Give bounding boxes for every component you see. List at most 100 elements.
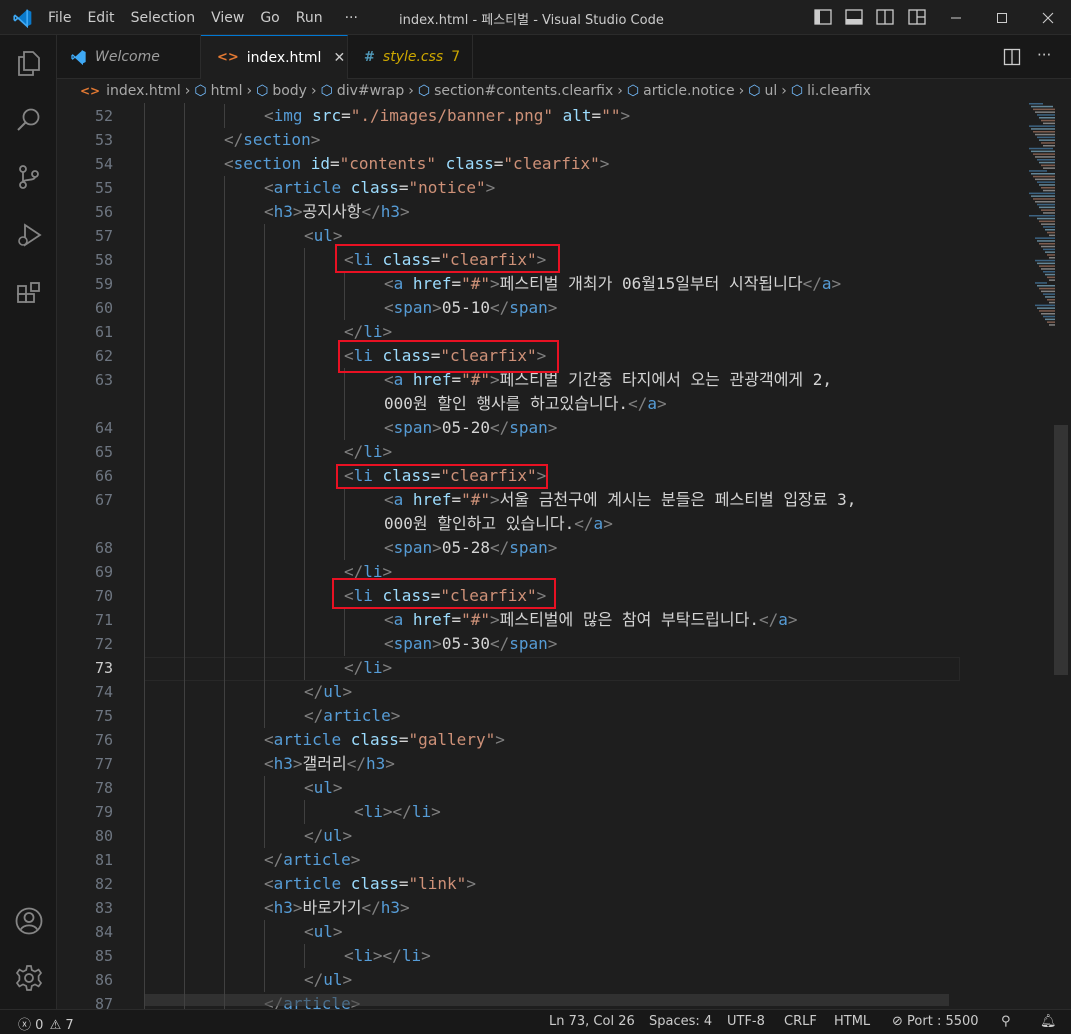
code-line[interactable]: <h3>갤러리</h3> (264, 752, 395, 776)
tab-welcome[interactable]: Welcome (57, 35, 201, 79)
code-line[interactable]: </li> (344, 656, 392, 680)
code-line[interactable]: </section> (224, 128, 320, 152)
code-token: li (363, 658, 383, 677)
code-line[interactable]: <a href="#">서울 금천구에 계시는 분들은 페스티벌 입장료 3, (384, 488, 856, 512)
code-line[interactable]: <span>05-28</span> (384, 536, 557, 560)
customize-layout-icon[interactable] (908, 9, 926, 25)
code-line[interactable]: <span>05-30</span> (384, 632, 557, 656)
breadcrumb-item[interactable]: div#wrap (337, 83, 404, 99)
breadcrumb-item[interactable]: body (272, 83, 307, 99)
run-debug-button[interactable] (0, 211, 57, 259)
code-line[interactable]: <h3>공지사항</h3> (264, 200, 410, 224)
tab-style-css[interactable]: # style.css 7 (348, 35, 473, 79)
search-button[interactable] (0, 96, 57, 144)
code-line[interactable]: <img src="./images/banner.png" alt=""> (264, 104, 630, 128)
feedback-icon[interactable]: ⚲ (1001, 1014, 1011, 1029)
menu-more[interactable]: ··· (337, 10, 366, 26)
tab-close-icon[interactable]: ✕ (333, 50, 345, 66)
minimap[interactable] (965, 103, 1055, 1009)
code-line[interactable]: </li> (344, 440, 392, 464)
indent-guide (264, 776, 265, 848)
close-window-button[interactable] (1025, 0, 1071, 35)
code-token: ul (323, 826, 343, 845)
code-token: > (350, 850, 361, 869)
code-line[interactable]: 000원 할인하고 있습니다.</a> (384, 512, 613, 536)
bell-icon[interactable]: 🔔︎ (1040, 1014, 1057, 1029)
more-actions-icon[interactable]: ··· (1037, 46, 1051, 64)
toggle-panel-icon[interactable] (845, 9, 863, 25)
code-line[interactable]: <span>05-10</span> (384, 296, 557, 320)
menu-edit[interactable]: Edit (79, 10, 122, 26)
explorer-button[interactable] (0, 39, 57, 87)
menu-selection[interactable]: Selection (123, 10, 204, 26)
toggle-secondary-sidebar-icon[interactable] (876, 9, 894, 25)
breadcrumb-item[interactable]: ul (764, 83, 777, 99)
minimap-line (1045, 251, 1055, 253)
code-line[interactable]: </ul> (304, 680, 352, 704)
menu-bar: File Edit Selection View Go Run ··· (40, 0, 366, 35)
indentation-setting[interactable]: Spaces: 4 (649, 1014, 712, 1029)
maximize-button[interactable] (979, 0, 1025, 35)
code-line[interactable]: 000원 할인 행사를 하고있습니다.</a> (384, 392, 667, 416)
breadcrumb-item[interactable]: li.clearfix (807, 83, 871, 99)
breadcrumb-item[interactable]: html (211, 83, 243, 99)
accounts-button[interactable] (0, 897, 57, 945)
code-line[interactable]: </ul> (304, 824, 352, 848)
source-control-button[interactable] (0, 153, 57, 201)
minimize-button[interactable] (933, 0, 979, 35)
toggle-primary-sidebar-icon[interactable] (814, 9, 832, 25)
code-line[interactable]: <ul> (304, 920, 343, 944)
vscode-logo-icon (71, 50, 86, 65)
breadcrumb-item[interactable]: article.notice (643, 83, 735, 99)
eol-setting[interactable]: CRLF (784, 1014, 817, 1029)
vertical-scrollbar[interactable] (1054, 425, 1068, 675)
split-editor-icon[interactable] (1003, 48, 1021, 66)
code-token: 바로가기 (302, 898, 362, 917)
highlight-box (336, 464, 548, 489)
minimap-line (1029, 125, 1055, 127)
code-line[interactable]: </ul> (304, 968, 352, 992)
problems-indicator[interactable]: ⓧ 0 ⚠ 7 (18, 1014, 74, 1033)
breadcrumb-item[interactable]: section#contents.clearfix (434, 83, 613, 99)
language-mode[interactable]: HTML (834, 1014, 870, 1029)
tab-index-html[interactable]: <> index.html ✕ (201, 35, 348, 79)
code-line[interactable]: <h3>바로가기</h3> (264, 896, 410, 920)
code-line[interactable]: <article class="notice"> (264, 176, 495, 200)
manage-button[interactable] (0, 954, 57, 1002)
code-line[interactable]: <li></li> (354, 800, 441, 824)
code-line[interactable]: <li></li> (344, 944, 431, 968)
code-line[interactable]: <article class="link"> (264, 872, 476, 896)
indent-guide (304, 800, 305, 824)
encoding-setting[interactable]: UTF-8 (727, 1014, 765, 1029)
code-token: > (490, 490, 500, 509)
code-line[interactable]: <span>05-20</span> (384, 416, 557, 440)
menu-run[interactable]: Run (288, 10, 331, 26)
code-line[interactable]: </article> (264, 848, 360, 872)
code-line[interactable]: <section id="contents" class="clearfix"> (224, 152, 609, 176)
search-icon (16, 108, 39, 131)
live-server-status[interactable]: ⊘ Port : 5500 (892, 1014, 979, 1029)
horizontal-scrollbar[interactable] (144, 994, 949, 1006)
error-icon: ⓧ (18, 1018, 32, 1033)
minimap-line (1037, 136, 1055, 139)
code-editor[interactable]: 52 53 54 55 56 57 58 59 60 61 62 63 64 65 66 67 68 69 70 71… (57, 103, 1071, 1009)
line-number: 73 (94, 659, 113, 677)
menu-view[interactable]: View (203, 10, 252, 26)
code-line[interactable]: <ul> (304, 776, 343, 800)
minimap-line (1045, 273, 1055, 276)
minimap-line (1031, 195, 1055, 197)
extensions-button[interactable] (0, 271, 57, 319)
cursor-position[interactable]: Ln 73, Col 26 (549, 1014, 635, 1029)
code-token: > (342, 970, 353, 989)
code-line[interactable]: <a href="#">페스티벌에 많은 참여 부탁드립니다.</a> (384, 608, 798, 632)
indent-guide (184, 103, 185, 1009)
code-line[interactable]: </article> (304, 704, 400, 728)
code-line[interactable]: <a href="#">페스티벌 개최가 06월15일부터 시작됩니다</a> (384, 272, 841, 296)
minimap-line (1035, 178, 1055, 181)
code-token: > (385, 754, 395, 773)
code-line[interactable]: <article class="gallery"> (264, 728, 505, 752)
menu-go[interactable]: Go (252, 10, 287, 26)
breadcrumb-item[interactable]: index.html (106, 83, 181, 99)
menu-file[interactable]: File (40, 10, 79, 26)
minimap-line (1049, 257, 1055, 259)
